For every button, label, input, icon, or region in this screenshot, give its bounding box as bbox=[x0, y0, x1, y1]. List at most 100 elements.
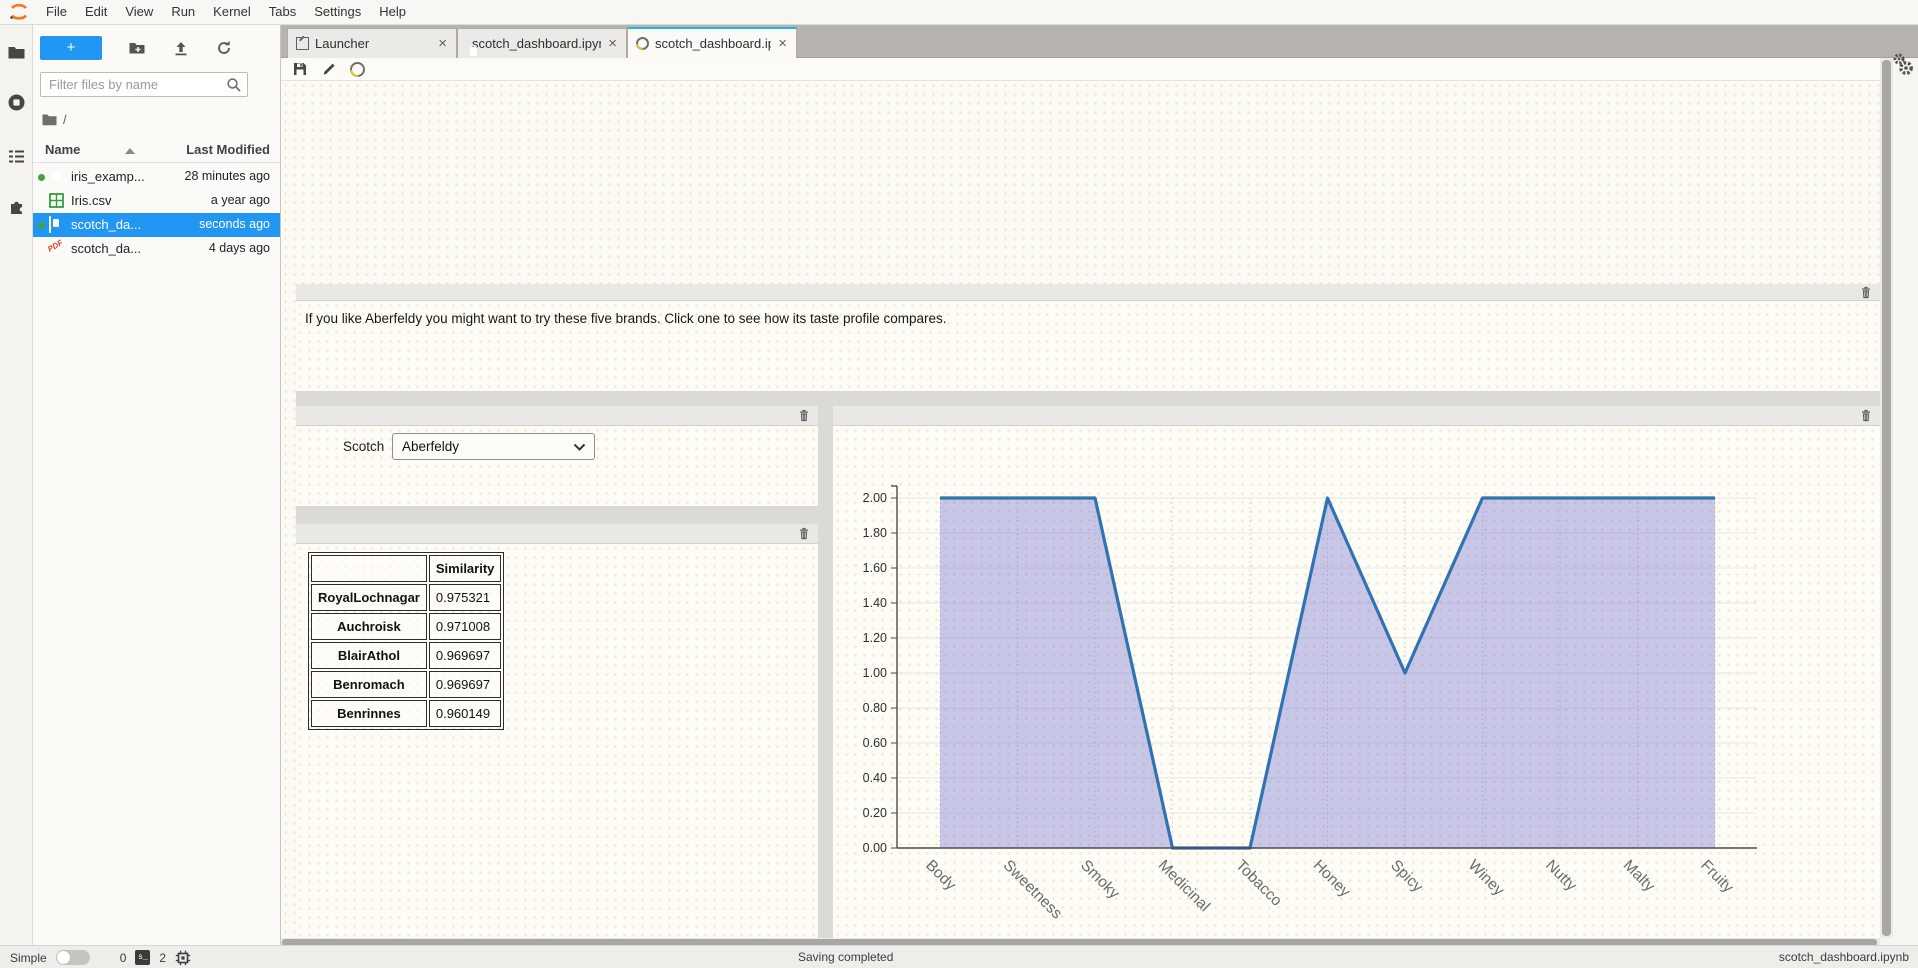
file-row-iris-example[interactable]: iris_examp... 28 minutes ago bbox=[33, 165, 280, 189]
terminal-icon[interactable]: s_ bbox=[135, 950, 150, 965]
file-modified: seconds ago bbox=[199, 217, 270, 231]
menu-edit[interactable]: Edit bbox=[76, 0, 116, 24]
vertical-scrollbar[interactable] bbox=[1880, 58, 1893, 938]
brand-cell[interactable]: Benrinnes bbox=[311, 700, 427, 727]
menu-run[interactable]: Run bbox=[162, 0, 204, 24]
menu-kernel[interactable]: Kernel bbox=[204, 0, 260, 24]
table-of-contents-icon[interactable] bbox=[7, 147, 26, 166]
file-row-iris-csv[interactable]: Iris.csv a year ago bbox=[33, 189, 280, 213]
chevron-down-icon bbox=[573, 443, 586, 451]
file-browser-toolbar: + bbox=[33, 33, 280, 63]
dashboard-workspace: If you like Aberfeldy you might want to … bbox=[296, 284, 1880, 939]
csv-file-icon bbox=[49, 193, 65, 209]
upload-icon[interactable] bbox=[172, 39, 190, 57]
terminals-count: 0 bbox=[120, 951, 127, 965]
x-category-label: Medicinal bbox=[1155, 857, 1213, 915]
similarity-header-cell: Similarity bbox=[429, 555, 502, 582]
similarity-table-cell: Similarity RoyalLochnagar 0.975321 Auchr… bbox=[296, 524, 818, 939]
save-icon[interactable] bbox=[292, 61, 308, 77]
close-tab-icon[interactable]: × bbox=[777, 36, 788, 51]
close-tab-icon[interactable]: × bbox=[437, 36, 448, 51]
menu-help[interactable]: Help bbox=[370, 0, 415, 24]
launcher-icon bbox=[296, 37, 309, 50]
table-row: RoyalLochnagar 0.975321 bbox=[311, 584, 501, 611]
y-tick-label: 2.00 bbox=[863, 491, 887, 505]
kernel-running-dot bbox=[38, 174, 45, 181]
notebook-file-icon bbox=[49, 169, 65, 185]
scotch-label: Scotch bbox=[343, 439, 384, 454]
new-folder-icon[interactable] bbox=[128, 39, 146, 57]
scotch-dropdown[interactable]: Aberfeldy bbox=[392, 433, 595, 460]
close-tab-icon[interactable]: × bbox=[607, 36, 618, 51]
brand-cell[interactable]: Auchroisk bbox=[311, 613, 427, 640]
y-tick-label: 1.60 bbox=[863, 561, 887, 575]
y-tick-label: 0.80 bbox=[863, 701, 887, 715]
breadcrumb-root[interactable]: / bbox=[63, 112, 67, 127]
y-tick-label: 1.80 bbox=[863, 526, 887, 540]
x-category-label: Malty bbox=[1620, 857, 1658, 895]
file-row-scotch-dashboard-pdf[interactable]: PDF scotch_da... 4 days ago bbox=[33, 237, 280, 261]
empty-header-cell bbox=[311, 555, 427, 582]
cell-header[interactable] bbox=[296, 406, 818, 426]
menu-file[interactable]: File bbox=[37, 0, 76, 24]
file-name: Iris.csv bbox=[71, 193, 111, 208]
search-icon bbox=[226, 77, 242, 93]
status-bar-left: Simple 0 s_ 2 bbox=[10, 946, 191, 968]
similarity-table: Similarity RoyalLochnagar 0.975321 Auchr… bbox=[308, 552, 504, 730]
file-name: iris_examp... bbox=[71, 169, 145, 184]
x-category-label: Tobacco bbox=[1232, 857, 1285, 910]
notebook-file-icon bbox=[49, 217, 65, 233]
x-category-label: Fruity bbox=[1697, 857, 1737, 897]
filter-files-input[interactable] bbox=[47, 74, 217, 95]
table-row: BlairAthol 0.969697 bbox=[311, 642, 501, 669]
similarity-value-cell: 0.960149 bbox=[429, 700, 502, 727]
trash-icon[interactable] bbox=[1859, 408, 1873, 423]
column-header-last-modified[interactable]: Last Modified bbox=[186, 142, 270, 157]
menu-settings[interactable]: Settings bbox=[305, 0, 370, 24]
trash-icon[interactable] bbox=[797, 526, 811, 541]
taste-profile-chart: 0.000.200.400.600.801.001.201.401.601.80… bbox=[833, 426, 1880, 939]
menu-view[interactable]: View bbox=[116, 0, 162, 24]
tab-launcher[interactable]: Launcher × bbox=[287, 28, 457, 58]
menu-tabs[interactable]: Tabs bbox=[260, 0, 305, 24]
cell-header[interactable] bbox=[296, 284, 1880, 301]
x-category-label: Spicy bbox=[1387, 857, 1426, 896]
similarity-value-cell: 0.971008 bbox=[429, 613, 502, 640]
brand-cell[interactable]: RoyalLochnagar bbox=[311, 584, 427, 611]
file-browser-icon[interactable] bbox=[7, 43, 26, 62]
tab-scotch-dashboard-1[interactable]: scotch_dashboard.ipynb × bbox=[457, 28, 627, 58]
table-row: Benromach 0.969697 bbox=[311, 671, 501, 698]
y-tick-label: 0.60 bbox=[863, 736, 887, 750]
refresh-icon[interactable] bbox=[215, 39, 233, 57]
edit-pencil-icon[interactable] bbox=[321, 61, 337, 77]
file-modified: 28 minutes ago bbox=[185, 169, 270, 183]
trash-icon[interactable] bbox=[797, 408, 811, 423]
running-sessions-icon[interactable] bbox=[7, 93, 26, 112]
cell-header[interactable] bbox=[296, 524, 818, 544]
simple-mode-toggle[interactable] bbox=[56, 950, 90, 965]
column-header-name[interactable]: Name bbox=[45, 142, 80, 157]
kernel-busy-indicator-icon[interactable] bbox=[350, 62, 365, 77]
cell-header[interactable] bbox=[833, 406, 1880, 426]
brand-cell[interactable]: Benromach bbox=[311, 671, 427, 698]
new-launcher-button[interactable]: + bbox=[40, 36, 102, 60]
similarity-value-cell: 0.969697 bbox=[429, 671, 502, 698]
file-row-scotch-dashboard-ipynb[interactable]: scotch_da... seconds ago bbox=[33, 213, 280, 237]
trash-icon[interactable] bbox=[1859, 285, 1873, 300]
x-category-label: Honey bbox=[1310, 857, 1354, 901]
property-inspector-gears-icon[interactable] bbox=[1891, 51, 1915, 79]
tab-scotch-dashboard-2-active[interactable]: scotch_dashboard.ipynb × bbox=[627, 27, 797, 58]
status-bar: Simple 0 s_ 2 Saving completed bbox=[0, 945, 1918, 968]
kernel-chip-icon[interactable] bbox=[175, 950, 191, 966]
kernel-running-dot bbox=[38, 222, 45, 229]
brand-cell[interactable]: BlairAthol bbox=[311, 642, 427, 669]
jupyter-logo-icon bbox=[9, 3, 29, 21]
scotch-selector-cell: Scotch Aberfeldy bbox=[296, 406, 818, 506]
y-tick-label: 1.00 bbox=[863, 666, 887, 680]
extension-manager-icon[interactable] bbox=[7, 197, 26, 216]
vertical-scrollbar-thumb[interactable] bbox=[1882, 60, 1891, 936]
breadcrumb[interactable]: / bbox=[42, 109, 67, 129]
status-current-file: scotch_dashboard.ipynb bbox=[1779, 950, 1909, 964]
dashboard-toolbar bbox=[281, 58, 1880, 81]
simple-mode-label: Simple bbox=[10, 951, 47, 965]
